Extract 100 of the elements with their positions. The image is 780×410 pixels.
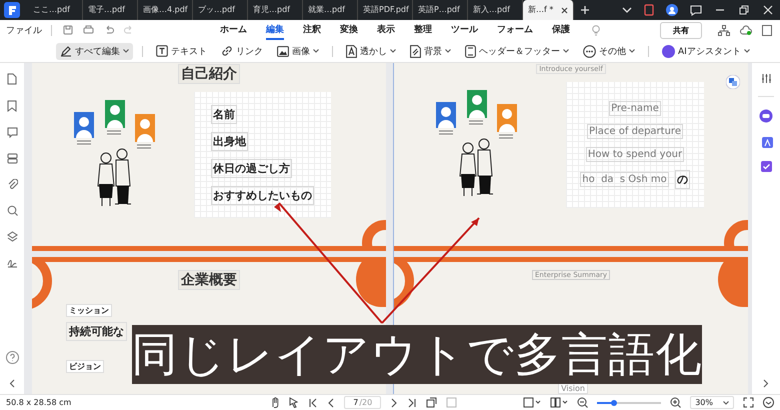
sliders-icon[interactable] <box>760 73 772 84</box>
menu-tab[interactable]: 注釈 <box>303 20 321 40</box>
toolbar-button[interactable]: すべて編集 <box>56 42 133 60</box>
menu-tab[interactable]: ホーム <box>220 20 247 40</box>
slide-heading: 企業概要 <box>178 270 240 290</box>
zoom-dropdown[interactable]: 30% <box>690 396 734 409</box>
toolbar-button[interactable]: リンク <box>217 42 267 60</box>
text-field[interactable]: 名前 <box>211 105 237 124</box>
ai-badge-icon <box>662 44 675 58</box>
menu-tab[interactable]: 整理 <box>414 20 432 40</box>
hand-icon[interactable] <box>270 397 280 408</box>
document-icon <box>410 44 421 58</box>
slide-title: 自己紹介 <box>178 64 240 84</box>
menu-tab[interactable]: 保護 <box>552 20 570 40</box>
translate-icon[interactable] <box>726 75 740 89</box>
robot-icon[interactable] <box>759 109 773 123</box>
previous-page-icon[interactable] <box>327 398 336 408</box>
text-field[interactable]: の <box>674 170 690 189</box>
zoom-out-icon[interactable] <box>577 397 588 408</box>
toolbar-button[interactable]: テキスト <box>152 42 211 60</box>
network-icon[interactable] <box>718 24 730 36</box>
text-field[interactable]: 出身地 <box>211 132 248 151</box>
toolbar-button[interactable]: その他 <box>579 42 639 60</box>
share-button[interactable]: 共有 <box>660 22 702 38</box>
last-page-icon[interactable] <box>407 398 418 408</box>
page-number-field[interactable]: 7/20 <box>344 396 382 409</box>
add-tab-icon[interactable] <box>580 5 590 15</box>
cloud-icon[interactable] <box>740 24 752 36</box>
chevron-left-icon[interactable] <box>9 379 15 388</box>
bookmark-icon[interactable] <box>7 100 17 112</box>
page-layout-icon[interactable] <box>550 397 568 408</box>
search-icon[interactable] <box>6 205 18 216</box>
toolbar-button[interactable]: 背景 <box>406 42 455 60</box>
document-tab[interactable]: 新…f * <box>523 0 574 20</box>
comment-icon[interactable] <box>6 127 18 138</box>
text-field[interactable]: Pre-name <box>609 101 661 116</box>
menu-tab[interactable]: 変換 <box>340 20 358 40</box>
print-icon[interactable] <box>83 25 94 35</box>
link-icon <box>221 45 233 57</box>
text-field[interactable]: おすすめしたいもの <box>211 186 314 205</box>
zoom-in-icon[interactable] <box>670 397 682 408</box>
panel-icon[interactable] <box>762 24 772 36</box>
document-tab[interactable]: 就業…pdf <box>303 0 358 20</box>
menu-tab[interactable]: 表示 <box>377 20 395 40</box>
caption-banner: 同じレイアウトで多言語化 <box>132 325 702 384</box>
close-icon[interactable] <box>561 6 568 14</box>
text-field[interactable]: 休日の過ごし方 <box>211 159 292 178</box>
header-footer-icon <box>465 44 476 58</box>
layers-icon[interactable] <box>6 153 18 164</box>
menu-tab[interactable]: 編集 <box>266 20 284 40</box>
chevron-right-icon[interactable] <box>763 379 769 388</box>
pointer-icon[interactable] <box>289 397 300 408</box>
mission-label: ミッション <box>66 304 112 317</box>
file-menu[interactable]: ファイル <box>6 24 42 36</box>
document-tab[interactable]: 電子…pdf <box>83 0 138 20</box>
toolbar-button[interactable]: 画像 <box>273 42 323 60</box>
toolbar-button[interactable]: ヘッダー＆フッター <box>461 42 573 60</box>
signature-icon[interactable] <box>6 257 18 268</box>
rotate-icon[interactable] <box>426 397 438 408</box>
undo-icon[interactable] <box>104 25 114 35</box>
collapse-icon[interactable] <box>763 397 774 408</box>
vision-label: ビジョン <box>66 360 104 373</box>
toolbar-button[interactable]: AIアシスタント <box>658 42 754 60</box>
stack-icon[interactable] <box>6 231 18 242</box>
paperclip-icon[interactable] <box>6 179 18 190</box>
document-tab[interactable]: 育児…pdf <box>248 0 303 20</box>
user-avatar-icon[interactable] <box>666 4 678 16</box>
translate-letter-icon[interactable] <box>760 135 772 148</box>
menu-tab[interactable]: ツール <box>451 20 478 40</box>
more-icon <box>583 44 596 58</box>
vision-label: Vision <box>558 383 588 394</box>
document-icon[interactable] <box>644 4 654 16</box>
save-icon[interactable] <box>63 25 73 35</box>
text-field[interactable]: ho da s Osh mo <box>580 172 669 187</box>
app-logo-icon[interactable] <box>4 2 20 18</box>
message-icon[interactable] <box>690 4 702 16</box>
fit-page-icon[interactable] <box>523 397 542 408</box>
chevron-down-icon[interactable] <box>622 5 632 15</box>
restore-icon[interactable] <box>739 5 749 15</box>
caret-icon <box>723 400 729 404</box>
checkmark-icon[interactable] <box>760 160 772 173</box>
help-icon[interactable] <box>6 351 18 364</box>
next-page-icon[interactable] <box>390 398 398 408</box>
toolbar-button[interactable]: 透かし <box>342 42 400 60</box>
first-page-icon[interactable] <box>308 398 318 408</box>
text-box-icon <box>156 45 168 57</box>
document-tab[interactable]: ここ…pdf <box>28 0 83 20</box>
text-field[interactable]: How to spend your <box>586 147 684 162</box>
image-icon <box>277 46 289 56</box>
pencil-icon <box>60 45 72 57</box>
menu-tab[interactable]: フォーム <box>497 20 533 40</box>
text-field[interactable]: Place of departure <box>587 124 683 139</box>
mission-text: 持続可能な <box>66 322 127 341</box>
document-tab[interactable]: 画像…4.pdf <box>138 0 193 20</box>
document-tab[interactable]: 英語P…pdf <box>413 0 468 20</box>
fullscreen-icon[interactable] <box>743 397 754 408</box>
document-tab[interactable]: ブッ…pdf <box>193 0 248 20</box>
document-tab[interactable]: 英語PDF.pdf <box>358 0 413 20</box>
page-icon[interactable] <box>7 73 17 85</box>
page-size-text: 50.8 x 28.58 cm <box>6 398 72 407</box>
